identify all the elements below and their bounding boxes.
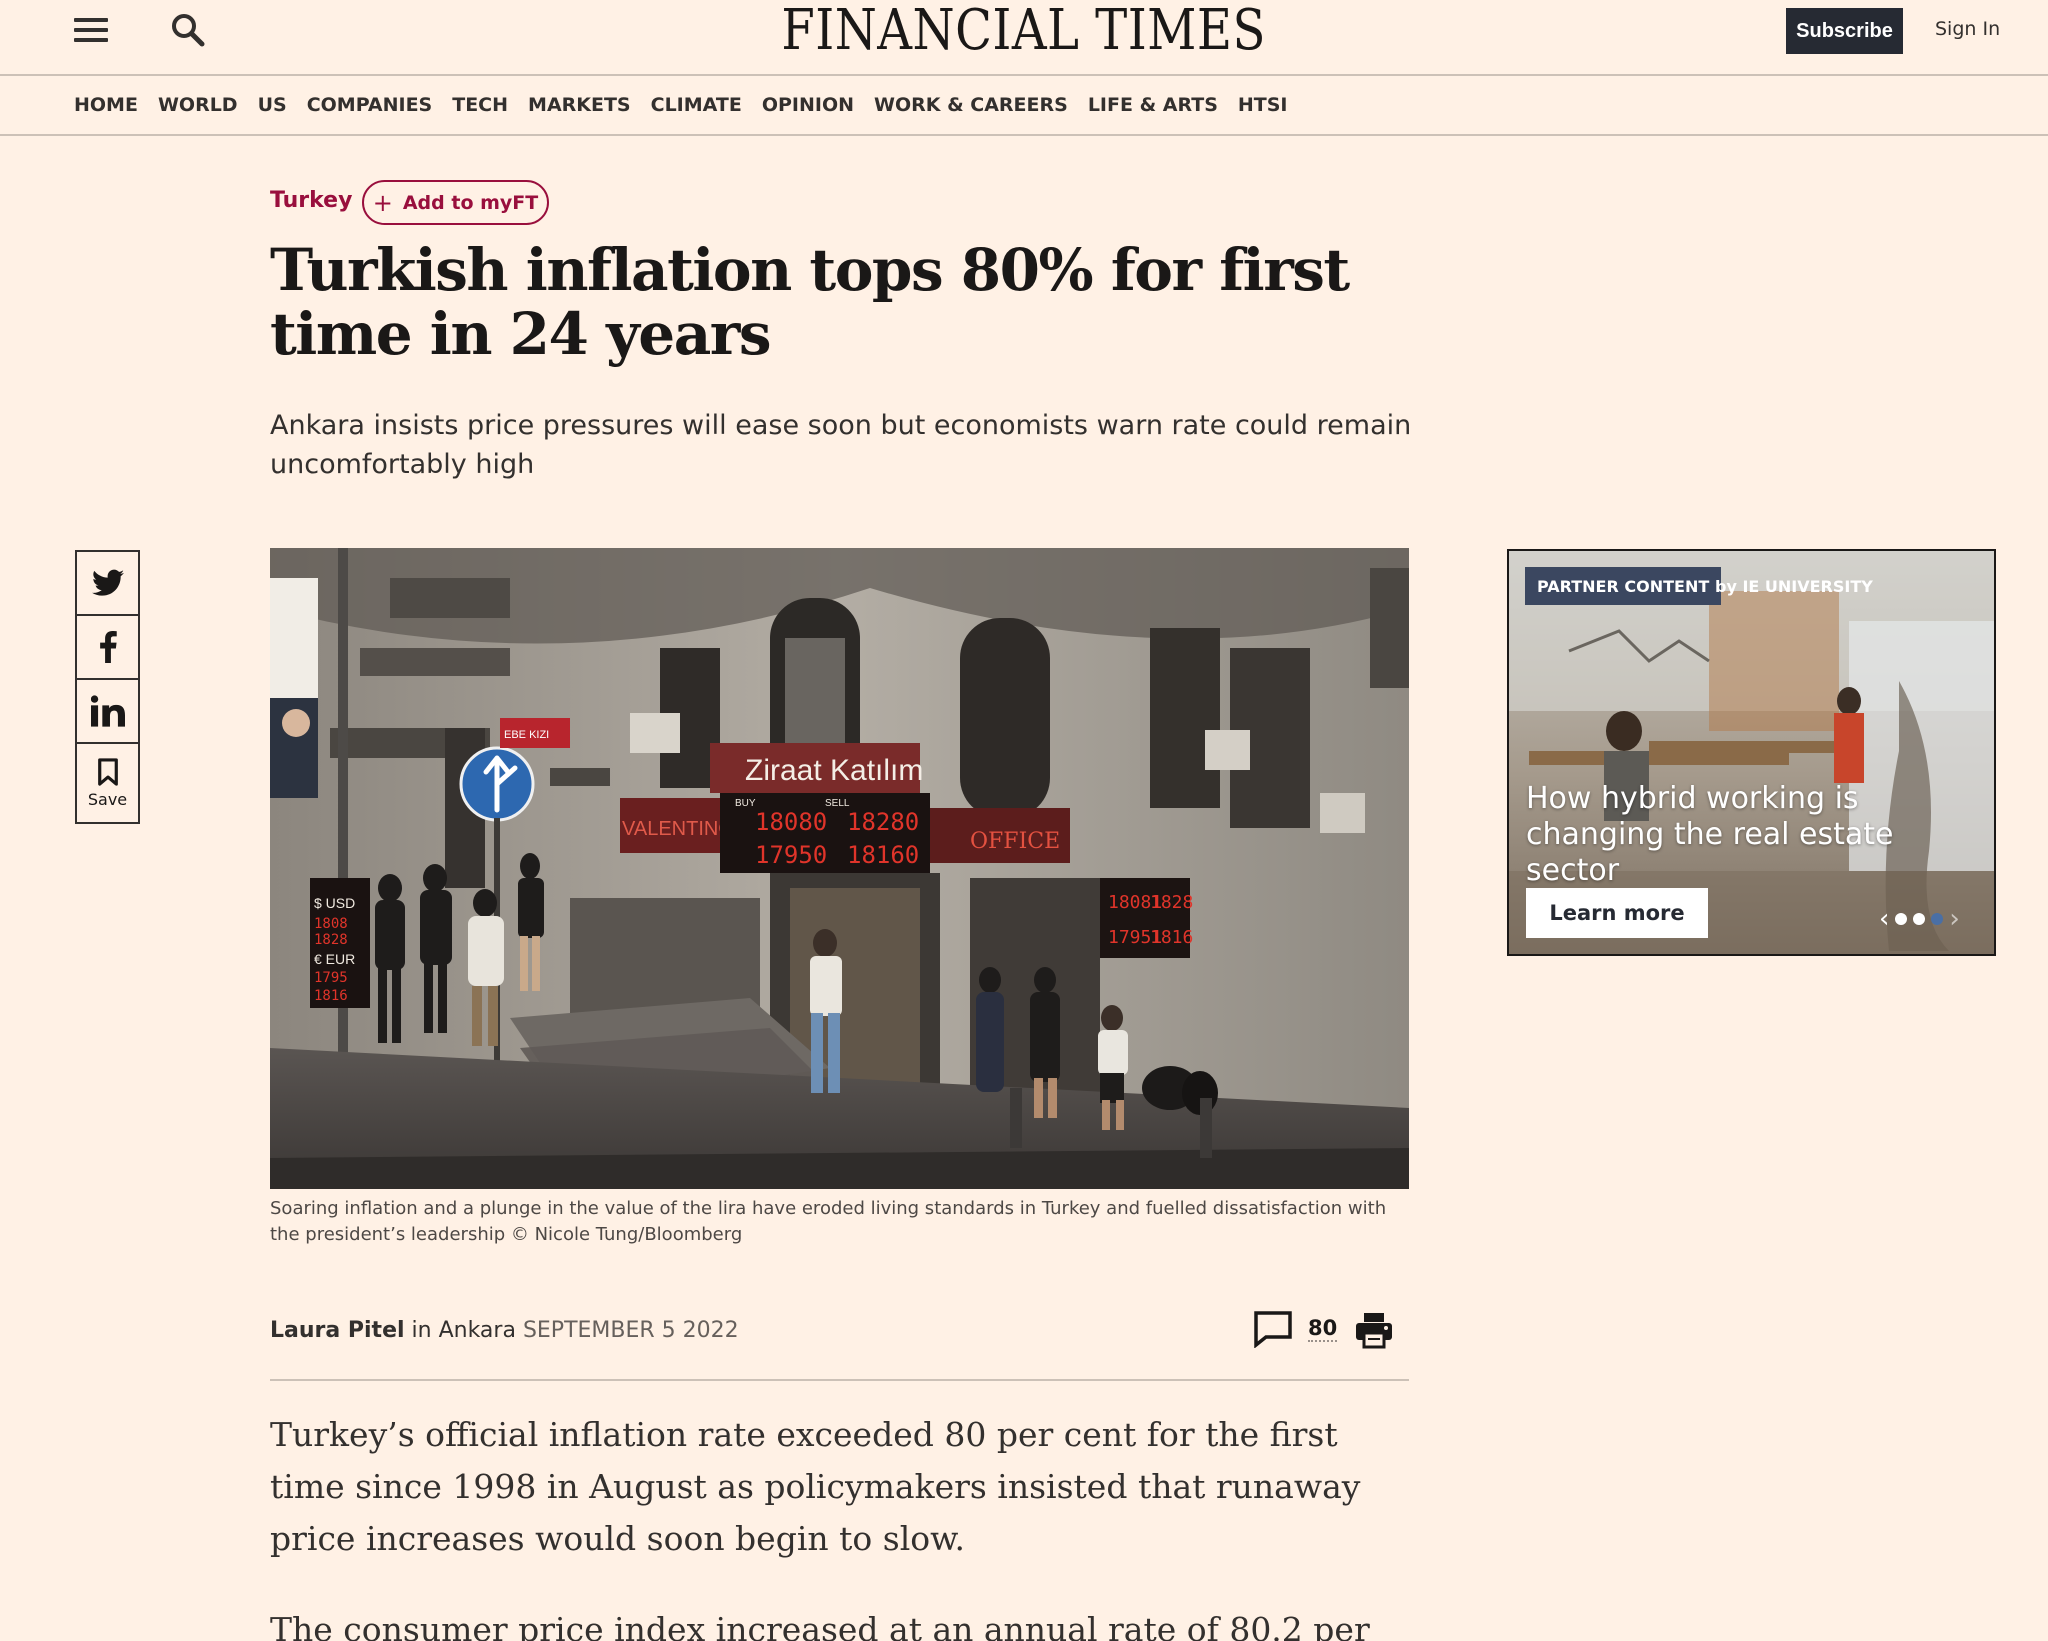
learn-more-button[interactable]: Learn more <box>1526 888 1708 938</box>
share-linkedin-button[interactable] <box>77 680 138 744</box>
carousel-dot[interactable] <box>1913 913 1926 925</box>
article-paragraph: Turkey’s official inflation rate exceede… <box>270 1415 1361 1558</box>
comment-count[interactable]: 80 <box>1308 1316 1338 1342</box>
nav-item-opinion[interactable]: OPINION <box>762 94 854 116</box>
site-header: FINANCIAL TIMES Subscribe Sign In <box>0 0 2048 76</box>
share-facebook-button[interactable] <box>77 616 138 680</box>
nav-item-work-careers[interactable]: WORK & CAREERS <box>874 94 1068 116</box>
office-sign-text: OFFICE <box>970 829 1060 854</box>
carousel-controls: ‹ › <box>1879 906 1960 932</box>
article-paragraph: The consumer price index increased at an… <box>270 1610 1370 1641</box>
ad-headline[interactable]: How hybrid working is changing the real … <box>1526 781 1986 889</box>
nav-item-tech[interactable]: TECH <box>452 94 508 116</box>
byline-divider <box>270 1379 1409 1381</box>
article-standfirst: Ankara insists price pressures will ease… <box>270 410 1412 480</box>
image-caption: Soaring inflation and a plunge in the va… <box>270 1198 1387 1245</box>
rate-display: 1816 <box>1150 927 1193 948</box>
share-toolbar: Save <box>75 550 140 824</box>
bookmark-icon <box>97 757 118 786</box>
comments-icon[interactable] <box>1253 1310 1293 1348</box>
chevron-left-icon[interactable]: ‹ <box>1879 906 1889 932</box>
nav-item-climate[interactable]: CLIMATE <box>651 94 742 116</box>
masthead-logo[interactable]: FINANCIAL TIMES <box>0 0 2048 62</box>
rate-display: 1828 <box>1150 892 1193 913</box>
nav-list: HOME WORLD US COMPANIES TECH MARKETS CLI… <box>74 94 1308 116</box>
publish-date: SEPTEMBER 5 2022 <box>522 1318 739 1343</box>
save-label: Save <box>87 789 128 809</box>
partner-content-badge: PARTNER CONTENT <box>1525 567 1722 605</box>
article-main-image: Ziraat Katılım VALENTINO DÖVİZ BUY SELL … <box>270 548 1409 1189</box>
facebook-icon <box>99 631 117 663</box>
masthead-text: FINANCIAL TIMES <box>781 0 1267 63</box>
nav-item-home[interactable]: HOME <box>74 94 138 116</box>
ad-sponsor: by IE UNIVERSITY <box>1715 577 1873 596</box>
nav-item-world[interactable]: WORLD <box>158 94 238 116</box>
nav-item-markets[interactable]: MARKETS <box>528 94 631 116</box>
rate-display: 1808 <box>314 916 348 932</box>
rate-display: 1816 <box>314 988 348 1004</box>
partner-content-ad[interactable]: PARTNER CONTENT by IE UNIVERSITY How hyb… <box>1507 549 1996 956</box>
article-headline: Turkish inflation tops 80% for first tim… <box>270 236 1350 368</box>
rate-display: 1795 <box>314 970 348 986</box>
street-sign-text: EBE KIZI <box>504 729 549 741</box>
carousel-dot-active[interactable] <box>1931 913 1944 925</box>
nav-item-life-arts[interactable]: LIFE & ARTS <box>1088 94 1218 116</box>
linkedin-icon <box>90 695 125 727</box>
share-twitter-button[interactable] <box>77 552 138 616</box>
article-byline: Laura Pitel in Ankara SEPTEMBER 5 2022 <box>270 1318 739 1343</box>
save-article-button[interactable]: Save <box>77 744 138 822</box>
eur-label: € EUR <box>314 951 355 967</box>
rate-display: 18160 <box>847 841 919 869</box>
rate-display: 17950 <box>755 841 827 869</box>
rate-display: 1828 <box>314 932 348 948</box>
buy-label: BUY <box>735 798 756 809</box>
nav-item-htsi[interactable]: HTSI <box>1238 94 1288 116</box>
add-to-myft-label: Add to myFT <box>402 191 539 214</box>
plus-icon: + <box>372 188 393 217</box>
twitter-icon <box>91 569 124 596</box>
rate-display: 18280 <box>847 808 919 836</box>
nav-item-companies[interactable]: COMPANIES <box>307 94 433 116</box>
print-icon[interactable] <box>1354 1310 1394 1350</box>
byline-location: in Ankara <box>411 1318 516 1343</box>
subscribe-button[interactable]: Subscribe <box>1786 8 1903 54</box>
rate-display: 18080 <box>755 808 827 836</box>
add-to-myft-button[interactable]: + Add to myFT <box>362 180 549 225</box>
main-navigation: HOME WORLD US COMPANIES TECH MARKETS CLI… <box>0 76 2048 136</box>
sign-in-link[interactable]: Sign In <box>1935 18 2000 40</box>
chevron-right-icon[interactable]: › <box>1949 906 1959 932</box>
usd-label: $ USD <box>314 895 355 911</box>
author-link[interactable]: Laura Pitel <box>270 1318 405 1343</box>
topic-link[interactable]: Turkey <box>270 188 352 213</box>
page: FINANCIAL TIMES Subscribe Sign In HOME W… <box>0 0 2048 1641</box>
nav-item-us[interactable]: US <box>258 94 287 116</box>
street-scene-image: Ziraat Katılım VALENTINO DÖVİZ BUY SELL … <box>270 548 1409 1189</box>
bank-sign-text: Ziraat Katılım <box>745 754 923 787</box>
carousel-dot[interactable] <box>1895 913 1908 925</box>
